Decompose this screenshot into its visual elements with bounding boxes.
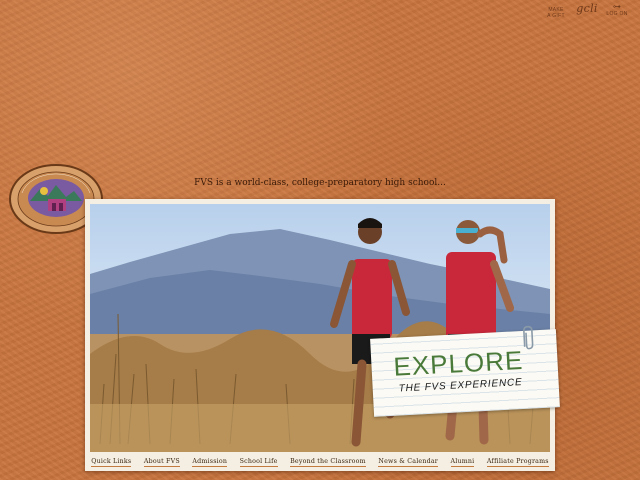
runners-illustration bbox=[90, 218, 550, 452]
explore-card[interactable]: EXPLORE THE FVS EXPERIENCE bbox=[370, 325, 560, 417]
gcli-link[interactable]: gcli bbox=[574, 3, 600, 15]
nav-affiliate-programs[interactable]: Affiliate Programs bbox=[486, 458, 549, 467]
nav-alumni[interactable]: Alumni bbox=[450, 458, 475, 467]
nav-school-life[interactable]: School Life bbox=[239, 458, 278, 467]
nav-news-calendar[interactable]: News & Calendar bbox=[378, 458, 438, 467]
nav-about-fvs[interactable]: About FVS bbox=[143, 458, 180, 467]
main-nav: Quick Links About FVS Admission School L… bbox=[85, 453, 555, 471]
nav-quick-links[interactable]: Quick Links bbox=[91, 458, 132, 467]
nav-beyond-the-classroom[interactable]: Beyond the Classroom bbox=[290, 458, 366, 467]
make-a-gift-link[interactable]: MAKE A GIFT bbox=[544, 7, 568, 19]
tagline: FVS is a world-class, college-preparator… bbox=[194, 178, 446, 188]
key-icon: ⊶ bbox=[612, 2, 622, 11]
log-on-label: LOG ON bbox=[606, 11, 628, 17]
nav-admission[interactable]: Admission bbox=[192, 458, 228, 467]
log-on-link[interactable]: ⊶ LOG ON bbox=[603, 2, 631, 18]
gcli-label: gcli bbox=[576, 2, 598, 15]
hero-photo[interactable] bbox=[90, 204, 550, 452]
make-a-gift-label-line2: A GIFT bbox=[547, 13, 565, 19]
